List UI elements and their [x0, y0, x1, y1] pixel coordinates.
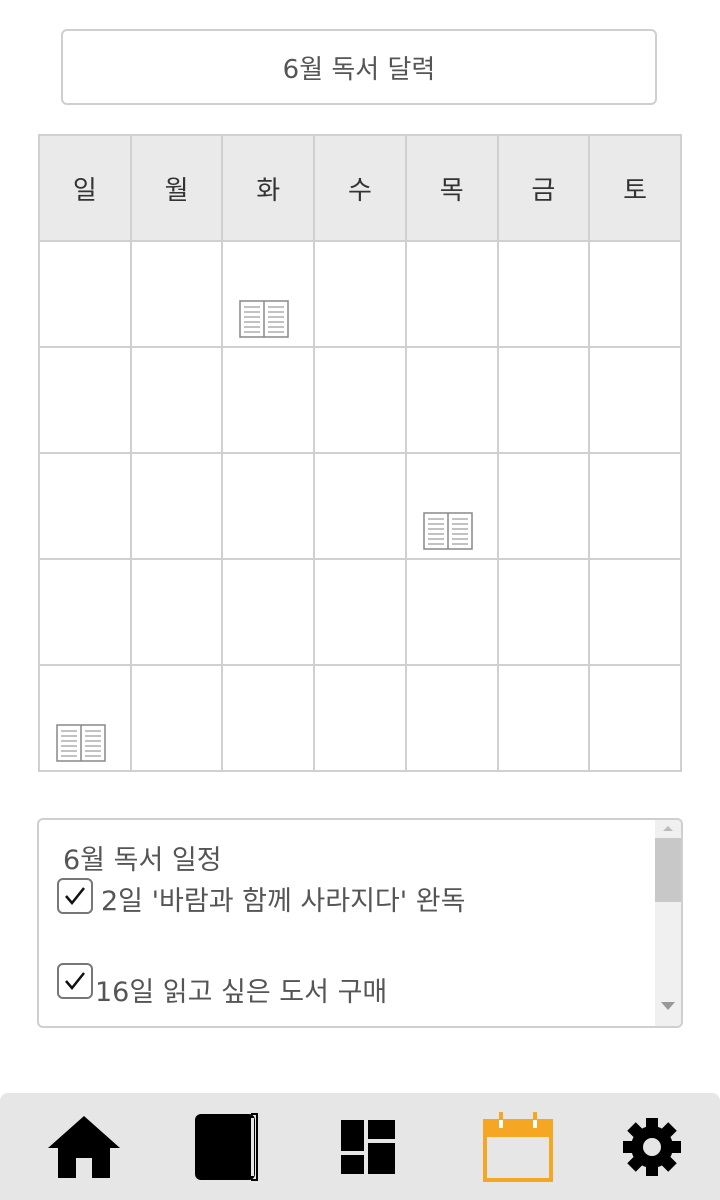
calendar-day-cell[interactable]	[588, 452, 682, 560]
calendar-day-cell[interactable]	[588, 240, 682, 348]
calendar-day-cell[interactable]	[404, 664, 499, 772]
calendar-title: 6월 독서 달력	[61, 29, 657, 105]
weekday-sun: 일	[38, 134, 132, 242]
calendar-day-cell[interactable]	[38, 452, 132, 560]
schedule-item[interactable]: 2일 '바람과 함께 사라지다' 완독	[57, 878, 465, 920]
schedule-title: 6월 독서 일정	[63, 845, 222, 876]
dashboard-icon	[341, 1119, 395, 1174]
scroll-thumb[interactable]	[655, 838, 681, 902]
calendar-day-cell[interactable]	[221, 664, 316, 772]
calendar-day-cell[interactable]	[221, 558, 316, 666]
calendar-day-cell[interactable]	[129, 664, 224, 772]
calendar-day-cell[interactable]	[129, 558, 224, 666]
nav-calendar-button[interactable]	[446, 1093, 590, 1200]
scrollbar[interactable]	[655, 820, 681, 1026]
calendar-day-cell[interactable]	[588, 558, 682, 666]
calendar-day-cell[interactable]	[404, 240, 499, 348]
book-icon	[195, 1112, 258, 1181]
schedule-panel[interactable]: 6월 독서 일정 2일 '바람과 함께 사라지다' 완독 16일 읽고 싶은 도…	[37, 818, 683, 1028]
calendar-day-cell[interactable]	[38, 558, 132, 666]
calendar-week-row	[38, 346, 682, 454]
scroll-up-arrow-icon[interactable]	[663, 826, 673, 831]
calendar-week-row	[38, 664, 682, 772]
checkbox[interactable]	[57, 963, 93, 999]
calendar-day-cell[interactable]	[129, 452, 224, 560]
weekday-thu: 목	[404, 134, 499, 242]
weekday-tue: 화	[221, 134, 316, 242]
nav-settings-button[interactable]	[580, 1093, 720, 1200]
weekday-sat: 토	[588, 134, 682, 242]
calendar-week-row	[38, 452, 682, 560]
calendar-day-cell[interactable]	[404, 452, 499, 560]
schedule-item-label: 2일 '바람과 함께 사라지다' 완독	[101, 886, 466, 917]
weekday-wed: 수	[313, 134, 407, 242]
calendar-day-cell[interactable]	[129, 346, 224, 454]
calendar-title-text: 6월 독서 달력	[282, 54, 436, 85]
calendar-day-cell[interactable]	[221, 346, 316, 454]
calendar-day-cell[interactable]	[313, 558, 407, 666]
settings-icon	[623, 1117, 681, 1176]
calendar-day-cell[interactable]	[38, 664, 132, 772]
calendar-day-cell[interactable]	[221, 240, 316, 348]
weekday-mon: 월	[129, 134, 224, 242]
calendar-day-cell[interactable]	[496, 452, 591, 560]
scroll-down-arrow-icon[interactable]	[661, 1002, 675, 1010]
nav-book-button[interactable]	[154, 1093, 298, 1200]
schedule-item-label: 16일 읽고 싶은 도서 구매	[95, 977, 388, 1008]
open-book-icon	[423, 512, 473, 550]
calendar-day-cell[interactable]	[404, 558, 499, 666]
weekday-header-row: 일 월 화 수 목 금 토	[38, 134, 682, 242]
calendar-day-cell[interactable]	[496, 664, 591, 772]
calendar-body	[38, 240, 682, 772]
calendar-day-cell[interactable]	[588, 346, 682, 454]
schedule-item[interactable]: 16일 읽고 싶은 도서 구매	[57, 963, 387, 1011]
calendar-day-cell[interactable]	[588, 664, 682, 772]
check-icon	[65, 887, 85, 905]
calendar-day-cell[interactable]	[313, 452, 407, 560]
home-icon	[48, 1115, 120, 1178]
calendar-day-cell[interactable]	[313, 240, 407, 348]
calendar-day-cell[interactable]	[38, 240, 132, 348]
nav-home-button[interactable]	[12, 1093, 156, 1200]
calendar-day-cell[interactable]	[496, 558, 591, 666]
check-icon	[65, 972, 85, 990]
calendar-day-cell[interactable]	[404, 346, 499, 454]
checkbox[interactable]	[57, 878, 93, 914]
calendar-day-cell[interactable]	[313, 346, 407, 454]
calendar-day-cell[interactable]	[496, 346, 591, 454]
nav-dashboard-button[interactable]	[296, 1093, 440, 1200]
calendar-day-cell[interactable]	[313, 664, 407, 772]
calendar-icon	[483, 1111, 553, 1182]
calendar-day-cell[interactable]	[38, 346, 132, 454]
calendar-week-row	[38, 240, 682, 348]
bottom-navigation	[0, 1093, 720, 1200]
weekday-fri: 금	[496, 134, 591, 242]
open-book-icon	[56, 724, 106, 762]
calendar-day-cell[interactable]	[221, 452, 316, 560]
calendar-day-cell[interactable]	[496, 240, 591, 348]
reading-calendar: 일 월 화 수 목 금 토	[38, 134, 682, 772]
open-book-icon	[239, 300, 290, 338]
calendar-week-row	[38, 558, 682, 666]
calendar-day-cell[interactable]	[129, 240, 224, 348]
